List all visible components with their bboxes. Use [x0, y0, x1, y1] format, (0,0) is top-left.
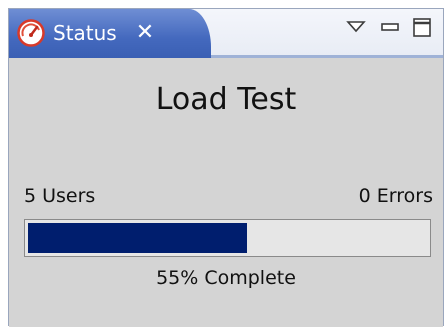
- errors-count-label: 0 Errors: [358, 185, 433, 207]
- maximize-icon[interactable]: [411, 16, 433, 38]
- progress-label: 55% Complete: [156, 267, 296, 289]
- tab-status[interactable]: Status ✕: [9, 9, 211, 58]
- tab-title: Status: [53, 21, 117, 45]
- view-menu-icon[interactable]: [345, 16, 367, 38]
- progress-track: [28, 223, 427, 253]
- status-content: Load Test 5 Users 0 Errors 55% Complete: [9, 58, 443, 327]
- progress-bar: [24, 219, 431, 257]
- page-title: Load Test: [155, 82, 297, 117]
- gauge-icon: [17, 19, 45, 47]
- users-count-label: 5 Users: [24, 185, 96, 207]
- status-view: Status ✕ Load Test 5 Users 0 Errors 55% …: [8, 8, 444, 327]
- progress-fill: [28, 223, 248, 253]
- close-icon[interactable]: ✕: [133, 20, 157, 46]
- minimize-icon[interactable]: [379, 16, 401, 38]
